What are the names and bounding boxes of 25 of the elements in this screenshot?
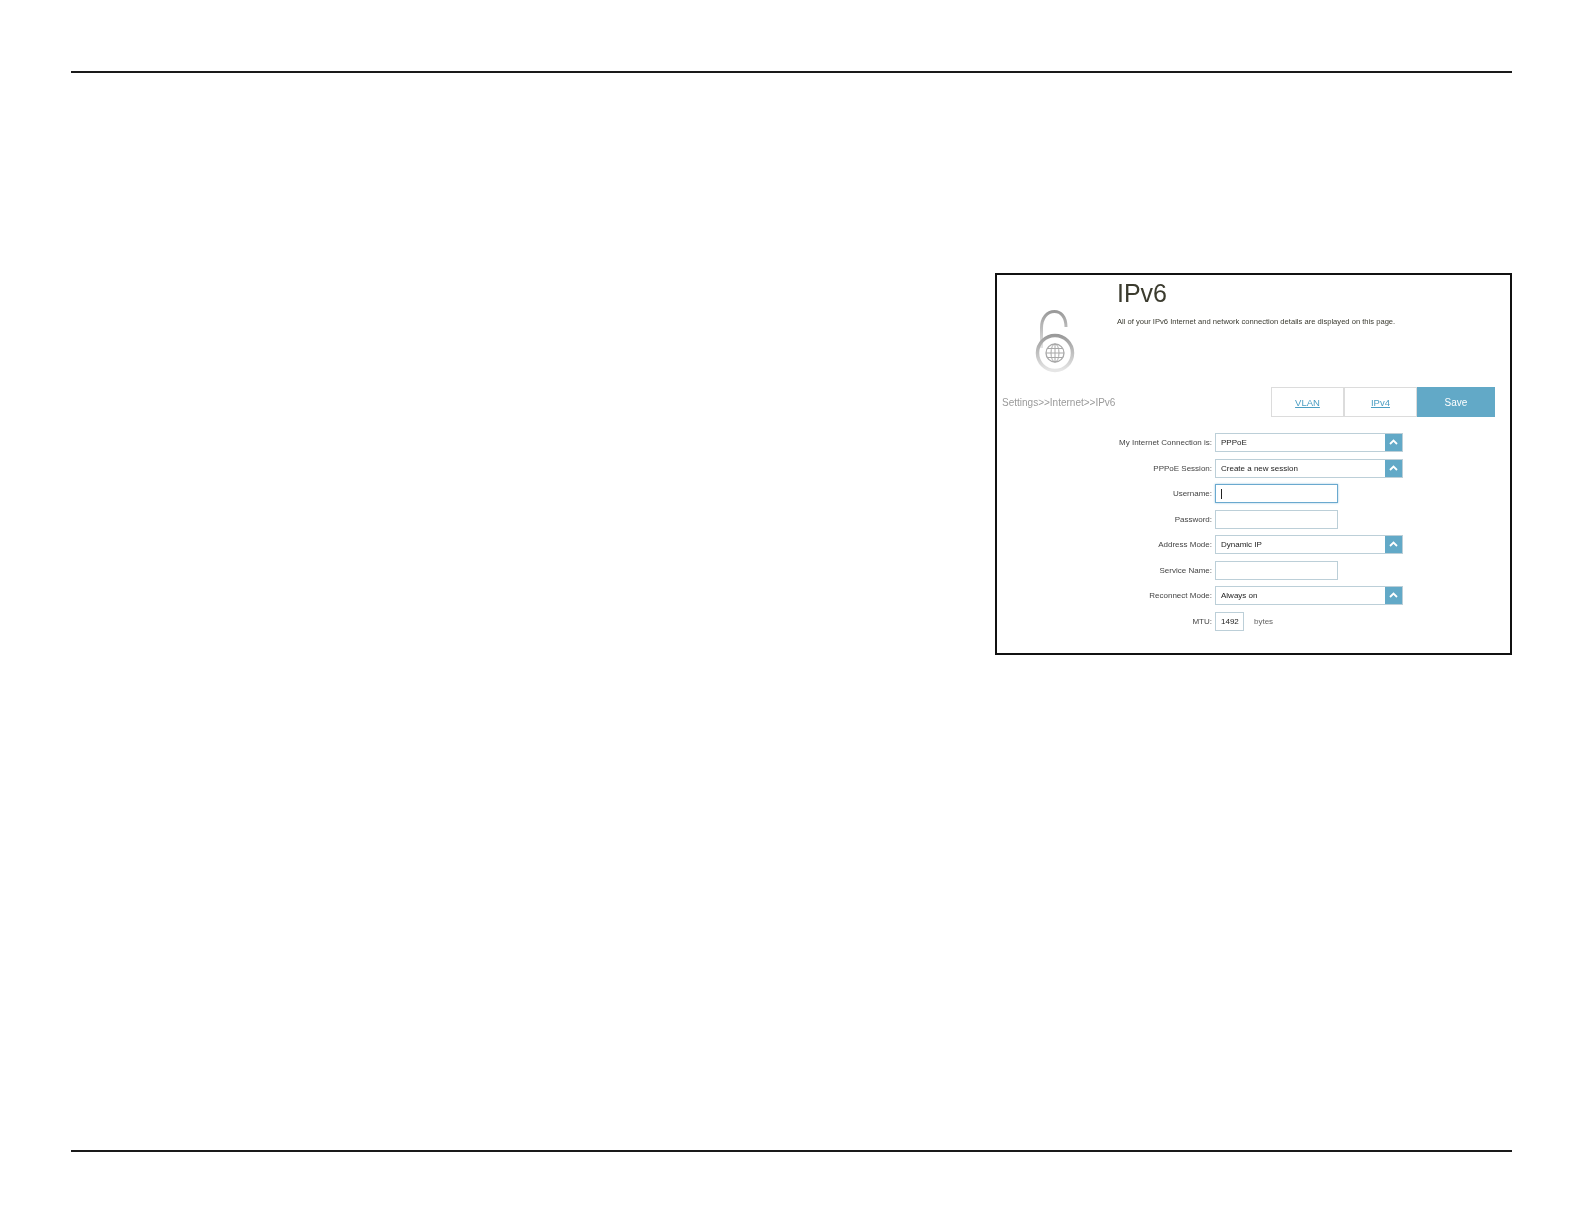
padlock-globe-icon — [1035, 310, 1075, 373]
breadcrumb: Settings>>Internet>>IPv6 — [1002, 396, 1116, 408]
field-label: Address Mode: — [1157, 540, 1212, 549]
chevron-up-icon — [1385, 459, 1402, 477]
dropdown-field[interactable]: Create a new session — [1215, 458, 1403, 478]
unit-label: bytes — [1254, 616, 1274, 626]
input-field[interactable] — [1215, 484, 1338, 503]
text-cursor-icon — [1221, 488, 1222, 499]
input-field[interactable] — [1215, 560, 1338, 580]
field-label: PPPoE Session: — [1152, 463, 1212, 473]
page-title: IPv6 — [1117, 281, 1169, 306]
input-field[interactable] — [1215, 509, 1338, 529]
field-label: Reconnect Mode: — [1148, 591, 1212, 600]
field-label: My Internet Connection is: — [1118, 438, 1212, 447]
chevron-up-icon — [1385, 434, 1402, 451]
field-label: Service Name: — [1158, 565, 1212, 575]
chevron-up-icon — [1385, 536, 1402, 553]
field-label: MTU: — [1191, 616, 1212, 626]
chevron-up-icon — [1385, 587, 1402, 604]
field-label: Username: — [1171, 489, 1212, 498]
dropdown-field[interactable]: Dynamic IP — [1215, 535, 1403, 554]
dropdown-field[interactable]: Always on — [1215, 586, 1403, 605]
field-label: Password: — [1173, 514, 1212, 524]
number-field[interactable]: 1492 — [1215, 611, 1244, 631]
dropdown-field[interactable]: PPPoE — [1215, 433, 1403, 452]
